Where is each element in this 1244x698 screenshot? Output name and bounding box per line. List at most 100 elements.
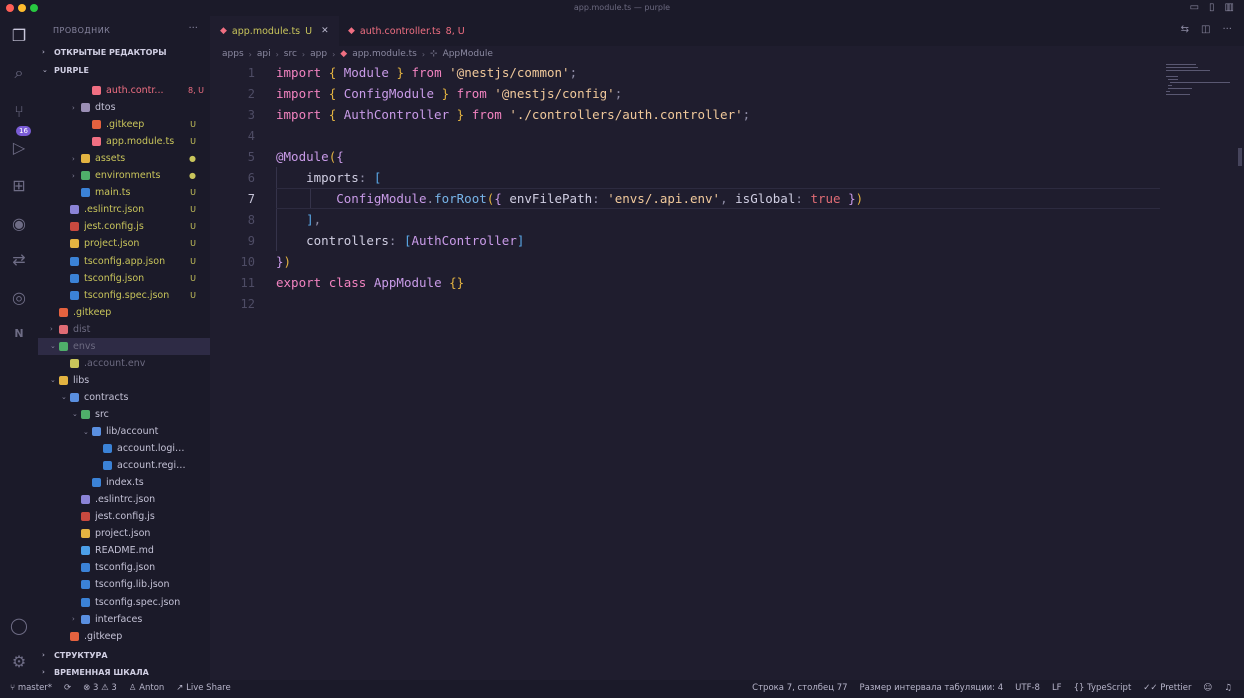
- tree-item[interactable]: ⌄ src: [38, 406, 210, 423]
- breadcrumb-item[interactable]: src: [284, 49, 297, 59]
- tree-item-label: .gitkeep: [73, 306, 112, 318]
- live-share-button[interactable]: ↗ Live Share: [176, 683, 230, 693]
- tree-item[interactable]: .gitkeep U: [38, 116, 210, 133]
- tree-item-label: envs: [73, 340, 96, 352]
- tree-item[interactable]: tsconfig.lib.json: [38, 576, 210, 593]
- tree-item[interactable]: project.json: [38, 525, 210, 542]
- minimap[interactable]: [1162, 62, 1244, 102]
- tree-item[interactable]: › dist: [38, 321, 210, 338]
- git-status-badge: U: [190, 256, 196, 266]
- tree-item-label: tsconfig.spec.json: [84, 289, 170, 301]
- code-line: 9 controllers: [AuthController]: [247, 233, 525, 248]
- formatter-indicator[interactable]: ✓✓ Prettier: [1143, 683, 1191, 693]
- sync-icon[interactable]: ⟳: [64, 683, 71, 693]
- breadcrumb-item[interactable]: apps: [222, 49, 244, 59]
- indentation-indicator[interactable]: Размер интервала табуляции: 4: [860, 683, 1004, 693]
- search-icon[interactable]: ⌕: [8, 62, 30, 84]
- tab-auth-controller[interactable]: ◆ auth.controller.ts 8, U: [338, 16, 475, 46]
- tree-item[interactable]: account.register.ts: [38, 457, 210, 474]
- outline-section[interactable]: › СТРУКТУРА: [42, 647, 108, 663]
- tree-item[interactable]: jest.config.js: [38, 508, 210, 525]
- tree-item[interactable]: jest.config.js U: [38, 218, 210, 235]
- tree-item-label: lib/account: [106, 426, 159, 437]
- split-layout-icon[interactable]: ▥: [1225, 2, 1234, 13]
- problems-indicator[interactable]: ⊗ 3 ⚠ 3: [83, 683, 117, 693]
- encoding-indicator[interactable]: UTF-8: [1015, 683, 1040, 693]
- split-editor-icon[interactable]: ◫: [1201, 24, 1210, 35]
- breadcrumb-item[interactable]: app.module.ts: [352, 49, 417, 59]
- breadcrumb-item[interactable]: AppModule: [443, 49, 493, 59]
- scrollbar-thumb[interactable]: [1238, 148, 1242, 166]
- run-debug-icon[interactable]: ▷: [8, 136, 30, 158]
- tree-item[interactable]: ⌄ libs: [38, 372, 210, 389]
- check-icon: ✓✓: [1143, 683, 1161, 693]
- user-indicator[interactable]: ♙ Anton: [129, 683, 164, 693]
- tree-item[interactable]: tsconfig.json: [38, 559, 210, 576]
- tree-item-label: environments: [95, 170, 161, 182]
- tree-item[interactable]: ⌄ envs: [38, 337, 210, 355]
- settings-gear-icon[interactable]: ⚙: [8, 650, 30, 672]
- timeline-section[interactable]: › ВРЕМЕННАЯ ШКАЛА: [42, 664, 149, 680]
- remote-explorer-icon[interactable]: ⇄: [8, 248, 30, 270]
- folder-icon: [92, 427, 101, 436]
- tree-item-label: contracts: [84, 391, 129, 403]
- layout-icon[interactable]: ▭: [1190, 2, 1199, 13]
- tree-item[interactable]: ⌄ contracts: [38, 389, 210, 406]
- tsconfig-file-icon: [81, 597, 90, 607]
- account-icon[interactable]: ◯: [8, 614, 30, 636]
- breadcrumb-item[interactable]: app: [310, 49, 327, 59]
- tree-item[interactable]: › assets ●: [38, 150, 210, 167]
- tree-item[interactable]: › interfaces: [38, 611, 210, 628]
- eol-indicator[interactable]: LF: [1052, 683, 1062, 693]
- branch-indicator[interactable]: ⑂ master*: [10, 683, 52, 693]
- env-file-icon: [70, 358, 79, 368]
- tree-item[interactable]: › dtos: [38, 99, 210, 116]
- tree-item[interactable]: main.ts U: [38, 184, 210, 201]
- tree-item[interactable]: account.login.ts: [38, 440, 210, 457]
- explorer-icon[interactable]: ❐: [8, 24, 30, 46]
- tree-item-label: account.login.ts: [117, 443, 188, 455]
- tree-item[interactable]: ⌄ lib/account: [38, 423, 210, 440]
- tree-item[interactable]: › environments ●: [38, 167, 210, 184]
- notifications-bell-icon[interactable]: ♫: [1224, 683, 1232, 693]
- tree-item[interactable]: .account.env: [38, 355, 210, 372]
- tree-item[interactable]: tsconfig.app.json U: [38, 253, 210, 270]
- breadcrumb-item[interactable]: api: [257, 49, 271, 59]
- tree-item[interactable]: tsconfig.spec.json: [38, 594, 210, 611]
- jest-file-icon: [81, 512, 90, 522]
- folder-icon: [70, 392, 79, 402]
- nx-console-icon[interactable]: N: [8, 322, 30, 344]
- tree-item[interactable]: auth.contr... 8, U: [38, 82, 210, 99]
- tree-item-label: src: [95, 408, 109, 420]
- live-share-icon[interactable]: ◎: [8, 286, 30, 308]
- tab-app-module[interactable]: ◆ app.module.ts U ✕: [210, 16, 339, 46]
- compare-icon[interactable]: ⇆: [1181, 24, 1189, 35]
- tree-item[interactable]: .gitkeep: [38, 628, 210, 645]
- tree-item-label: assets: [95, 153, 126, 165]
- source-control-icon[interactable]: ⑂: [8, 100, 30, 122]
- tree-item[interactable]: tsconfig.json U: [38, 270, 210, 287]
- tree-item[interactable]: app.module.ts U: [38, 133, 210, 150]
- tree-item[interactable]: .eslintrc.json: [38, 491, 210, 508]
- language-mode[interactable]: {} TypeScript: [1074, 683, 1132, 693]
- tree-item[interactable]: tsconfig.spec.json U: [38, 287, 210, 304]
- folder-icon: [59, 341, 68, 351]
- panel-toggle-icon[interactable]: ▯: [1209, 2, 1215, 13]
- open-editors-section[interactable]: › ОТКРЫТЫЕ РЕДАКТОРЫ: [42, 44, 167, 60]
- tree-item-label: jest.config.js: [95, 511, 155, 523]
- tree-item[interactable]: .gitkeep: [38, 304, 210, 321]
- more-actions-icon[interactable]: ···: [188, 23, 198, 34]
- tree-item[interactable]: index.ts: [38, 474, 210, 491]
- close-tab-icon[interactable]: ✕: [321, 26, 329, 36]
- git-status-badge: U: [190, 273, 196, 283]
- more-actions-icon[interactable]: ···: [1222, 24, 1232, 35]
- extensions-icon[interactable]: ⊞: [8, 174, 30, 196]
- cursor-position[interactable]: Строка 7, столбец 77: [752, 683, 847, 693]
- project-section[interactable]: ⌄ PURPLE: [42, 62, 89, 78]
- tree-item[interactable]: .eslintrc.json U: [38, 201, 210, 218]
- github-icon[interactable]: ◉: [8, 212, 30, 234]
- chevron-right-icon: ›: [42, 668, 45, 676]
- feedback-icon[interactable]: ☺: [1204, 683, 1213, 693]
- tree-item[interactable]: README.md: [38, 542, 210, 559]
- tree-item[interactable]: project.json U: [38, 235, 210, 252]
